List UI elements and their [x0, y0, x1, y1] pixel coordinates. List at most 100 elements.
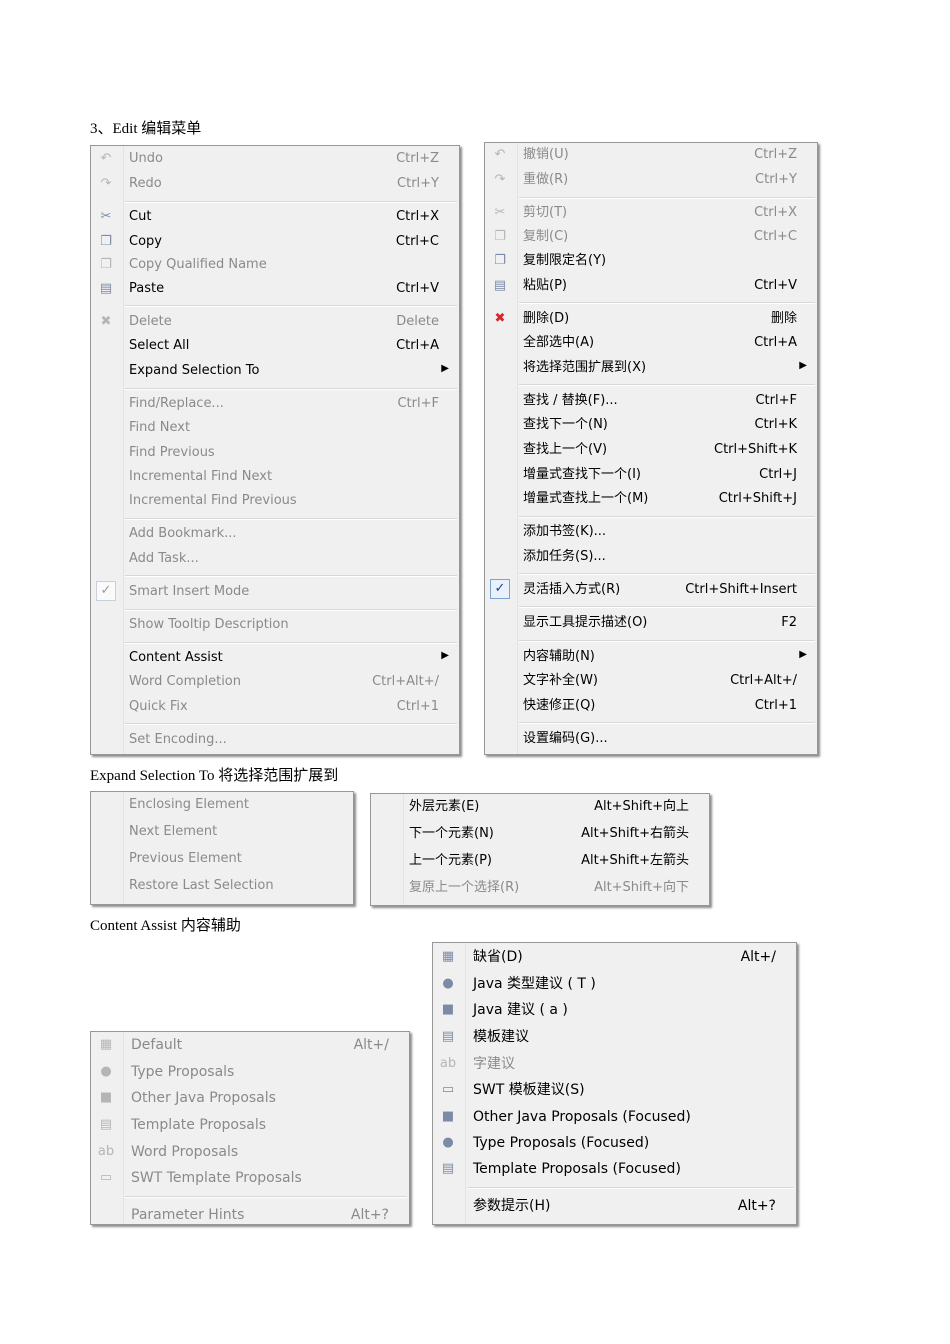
menu-item-label: 文字补全(W)	[523, 673, 598, 688]
menu-item-shortcut: Ctrl+V	[754, 278, 797, 293]
menu-item[interactable]: ■ Other Java Proposals (Focused)	[433, 1104, 796, 1131]
submenu-arrow-icon: ▶	[441, 363, 449, 374]
menu-item[interactable]: Set Encoding...	[91, 728, 459, 752]
menu-item[interactable]: ✓ 灵活插入方式(R) Ctrl+Shift+Insert	[485, 578, 817, 602]
menu-item[interactable]: 增量式查找上一个(M) Ctrl+Shift+J	[485, 487, 817, 511]
delete-icon: ✖	[494, 311, 506, 326]
menu-item[interactable]: ✂ 剪切(T) Ctrl+X	[485, 201, 817, 225]
menu-item-label: 显示工具提示描述(O)	[523, 615, 648, 630]
template-focused-icon: ▤	[441, 1161, 455, 1176]
menu-item-label: 重做(R)	[523, 172, 569, 187]
copy-icon: ❐	[100, 234, 112, 249]
menu-item-label: Add Bookmark...	[129, 526, 237, 541]
word-proposals-icon: ab	[97, 1144, 115, 1159]
menu-item[interactable]: Previous Element	[91, 847, 353, 871]
menu-item[interactable]: 快速修正(Q) Ctrl+1	[485, 694, 817, 718]
menu-item[interactable]: ❐ Copy Qualified Name	[91, 253, 459, 277]
menu-item[interactable]: ↷ 重做(R) Ctrl+Y	[485, 168, 817, 192]
menu-item[interactable]: Find Next	[91, 416, 459, 440]
menu-item[interactable]: ↷ Redo Ctrl+Y	[91, 172, 459, 196]
menu-item[interactable]: 显示工具提示描述(O) F2	[485, 611, 817, 635]
submenu-arrow-icon: ▶	[441, 650, 449, 661]
menu-item[interactable]: ■ Other Java Proposals	[91, 1085, 409, 1112]
menu-item[interactable]: ● Type Proposals (Focused)	[433, 1130, 796, 1157]
menu-item[interactable]: ❐ 复制限定名(Y)	[485, 249, 817, 273]
menu-item[interactable]: Quick Fix Ctrl+1	[91, 695, 459, 719]
menu-item[interactable]: ✖ Delete Delete	[91, 310, 459, 334]
menu-item[interactable]: ab Word Proposals	[91, 1139, 409, 1166]
menu-item[interactable]: ▤ 粘贴(P) Ctrl+V	[485, 274, 817, 298]
menu-item[interactable]: ✂ Cut Ctrl+X	[91, 205, 459, 229]
menu-item[interactable]: ▤ Template Proposals	[91, 1112, 409, 1139]
menu-item[interactable]: 复原上一个选择(R) Alt+Shift+向下	[371, 876, 709, 900]
menu-item[interactable]: Find/Replace... Ctrl+F	[91, 392, 459, 416]
scissors-icon: ✂	[100, 209, 112, 224]
menu-item[interactable]: Add Task...	[91, 547, 459, 571]
menu-item[interactable]: ❐ Copy Ctrl+C	[91, 230, 459, 254]
menu-item[interactable]: ab 字建议	[433, 1051, 796, 1078]
menu-item[interactable]: 上一个元素(P) Alt+Shift+左箭头	[371, 849, 709, 873]
menu-item-shortcut: Ctrl+J	[759, 467, 797, 482]
menu-item[interactable]: Select All Ctrl+A	[91, 334, 459, 358]
menu-item[interactable]: ▦ Default Alt+/	[91, 1032, 409, 1059]
menu-item[interactable]: ❐ 复制(C) Ctrl+C	[485, 225, 817, 249]
menu-item-shortcut: Ctrl+1	[396, 699, 439, 714]
menu-item-shortcut: Ctrl+Shift+J	[718, 491, 797, 506]
menu-item[interactable]: Restore Last Selection	[91, 874, 353, 898]
menu-item[interactable]: ▭ SWT 模板建议(S)	[433, 1077, 796, 1104]
check-icon: ✓	[490, 579, 510, 599]
menu-item[interactable]: 参数提示(H) Alt+?	[433, 1193, 796, 1220]
menu-item-label: Find Next	[129, 420, 191, 435]
menu-item[interactable]: ↶ 撤销(U) Ctrl+Z	[485, 143, 817, 167]
menu-item[interactable]: 查找 / 替换(F)... Ctrl+F	[485, 389, 817, 413]
java-proposals-icon: ■	[99, 1090, 113, 1105]
menu-item[interactable]: Content Assist ▶	[91, 646, 459, 670]
menu-item[interactable]: Find Previous	[91, 441, 459, 465]
expand-selection-menu-english: Enclosing Element Next Element Previous El…	[90, 791, 354, 905]
menu-item[interactable]: Next Element	[91, 820, 353, 844]
menu-item[interactable]: 下一个元素(N) Alt+Shift+右箭头	[371, 822, 709, 846]
menu-item[interactable]: 全部选中(A) Ctrl+A	[485, 331, 817, 355]
menu-item[interactable]: ▭ SWT Template Proposals	[91, 1165, 409, 1192]
menu-item[interactable]: Show Tooltip Description	[91, 613, 459, 637]
menu-item[interactable]: ▤ 模板建议	[433, 1024, 796, 1051]
menu-item[interactable]: Parameter Hints Alt+?	[91, 1202, 409, 1224]
menu-item-label: 全部选中(A)	[523, 335, 595, 350]
menu-item[interactable]: 查找上一个(V) Ctrl+Shift+K	[485, 438, 817, 462]
menu-item[interactable]: 文字补全(W) Ctrl+Alt+/	[485, 669, 817, 693]
menu-item[interactable]: ▦ 缺省(D) Alt+/	[433, 944, 796, 971]
menu-item-shortcut: Ctrl+K	[754, 417, 797, 432]
menu-item[interactable]: 内容辅助(N) ▶	[485, 645, 817, 669]
menu-separator	[125, 1196, 407, 1198]
menu-item-label: 增量式查找下一个(I)	[523, 467, 641, 482]
menu-item[interactable]: Incremental Find Next	[91, 465, 459, 489]
menu-separator	[125, 201, 457, 203]
menu-item[interactable]: 添加任务(S)...	[485, 545, 817, 569]
menu-item-label: Type Proposals	[131, 1064, 235, 1080]
menu-item-label: Show Tooltip Description	[129, 617, 289, 632]
menu-item[interactable]: 查找下一个(N) Ctrl+K	[485, 413, 817, 437]
menu-item[interactable]: ▤ Paste Ctrl+V	[91, 277, 459, 301]
menu-item[interactable]: Incremental Find Previous	[91, 489, 459, 513]
menu-item[interactable]: Expand Selection To ▶	[91, 359, 459, 383]
menu-item[interactable]: ✖ 删除(D) 删除	[485, 307, 817, 331]
menu-item[interactable]: ■ Java 建议 ( a )	[433, 997, 796, 1024]
menu-item[interactable]: ● Type Proposals	[91, 1059, 409, 1086]
menu-item[interactable]: Enclosing Element	[91, 793, 353, 817]
menu-item[interactable]: Add Bookmark...	[91, 522, 459, 546]
menu-item[interactable]: ✓ Smart Insert Mode	[91, 580, 459, 604]
menu-item[interactable]: 设置编码(G)...	[485, 727, 817, 751]
menu-item[interactable]: Word Completion Ctrl+Alt+/	[91, 670, 459, 694]
menu-item[interactable]: 外层元素(E) Alt+Shift+向上	[371, 795, 709, 819]
menu-item[interactable]: ● Java 类型建议 ( T )	[433, 971, 796, 998]
menu-item-shortcut: Ctrl+Shift+K	[714, 442, 797, 457]
menu-item[interactable]: ↶ Undo Ctrl+Z	[91, 147, 459, 171]
menu-item[interactable]: 将选择范围扩展到(X) ▶	[485, 356, 817, 380]
menu-item-shortcut: Ctrl+X	[754, 205, 797, 220]
menu-item[interactable]: 添加书签(K)...	[485, 520, 817, 544]
menu-item-label: Undo	[129, 151, 163, 166]
menu-item[interactable]: 增量式查找下一个(I) Ctrl+J	[485, 463, 817, 487]
menu-item[interactable]: ▤ Template Proposals (Focused)	[433, 1156, 796, 1183]
menu-item-label: Restore Last Selection	[129, 878, 274, 893]
menu-item-label: Find/Replace...	[129, 396, 224, 411]
